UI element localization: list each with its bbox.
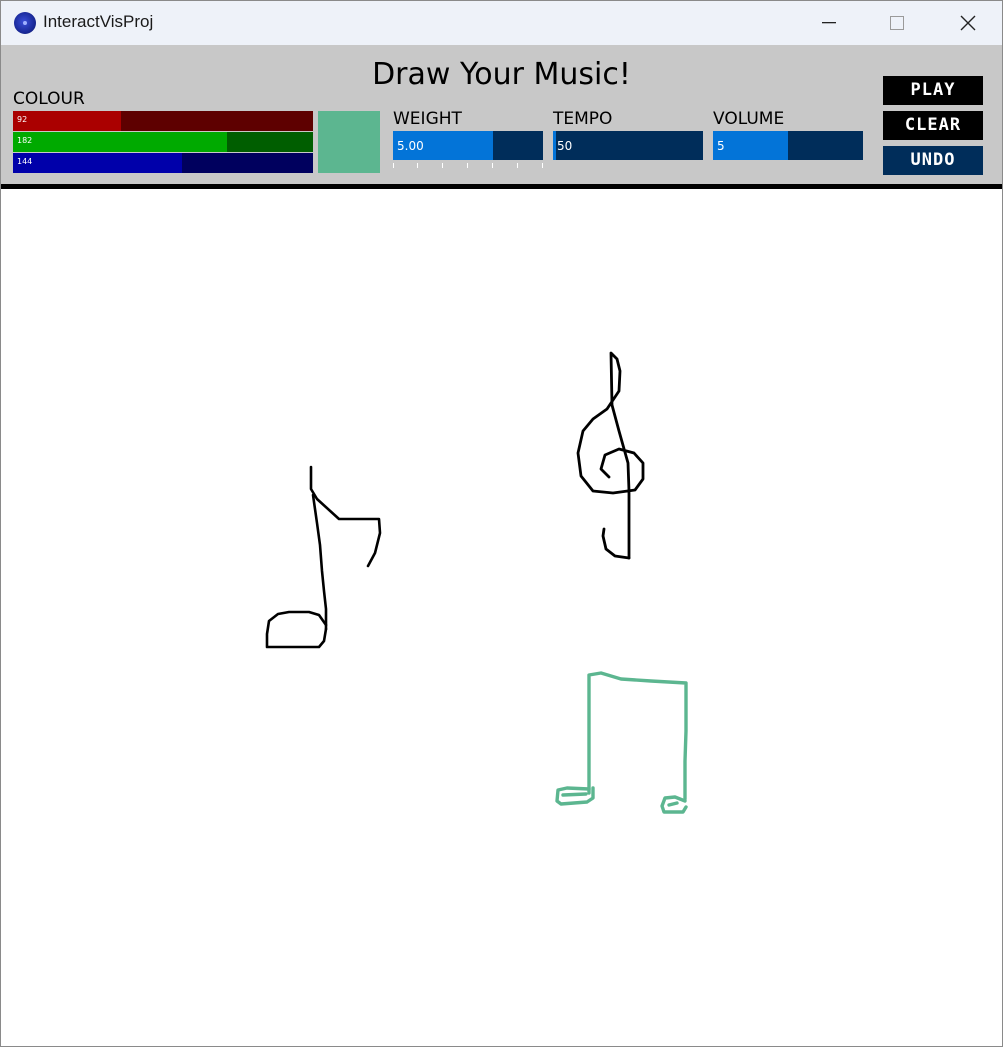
maximize-button[interactable] <box>863 1 931 45</box>
red-slider-fill <box>13 111 122 131</box>
play-button[interactable]: PLAY <box>883 76 983 105</box>
app-window: InteractVisProj Draw Your Music! COLOUR … <box>0 0 1003 1047</box>
colour-preview <box>318 111 380 173</box>
maximize-icon <box>890 16 904 30</box>
red-slider[interactable]: 92 <box>13 111 313 131</box>
app-icon <box>14 12 36 34</box>
undo-button[interactable]: UNDO <box>883 146 983 175</box>
title-bar: InteractVisProj <box>1 1 1002 45</box>
weight-ticks <box>393 163 543 169</box>
red-value: 92 <box>17 115 28 124</box>
blue-slider[interactable]: 144 <box>13 153 313 173</box>
blue-value: 144 <box>17 157 33 166</box>
eighth-note-stroke <box>265 465 382 649</box>
close-button[interactable] <box>934 1 1002 45</box>
blue-slider-fill <box>13 153 183 173</box>
weight-value: 5.00 <box>397 139 424 153</box>
beamed-notes-stroke <box>555 671 688 814</box>
window-title: InteractVisProj <box>43 12 154 31</box>
tempo-slider-fill <box>553 131 556 160</box>
clear-button[interactable]: CLEAR <box>883 111 983 140</box>
colour-label: COLOUR <box>13 89 85 109</box>
minimize-button[interactable] <box>795 1 863 45</box>
close-icon <box>960 15 976 31</box>
weight-label: WEIGHT <box>393 109 462 129</box>
green-slider[interactable]: 182 <box>13 132 313 152</box>
tempo-slider[interactable]: 50 <box>553 131 703 160</box>
volume-value: 5 <box>717 139 725 153</box>
weight-slider[interactable]: 5.00 <box>393 131 543 160</box>
tempo-label: TEMPO <box>553 109 613 129</box>
volume-slider[interactable]: 5 <box>713 131 863 160</box>
minimize-icon <box>822 22 836 24</box>
drawing-canvas[interactable] <box>1 189 1002 1046</box>
volume-label: VOLUME <box>713 109 785 129</box>
green-value: 182 <box>17 136 33 145</box>
toolbar: Draw Your Music! COLOUR 92 182 144 WEIGH… <box>1 45 1002 184</box>
treble-clef-stroke <box>576 351 645 560</box>
tempo-value: 50 <box>557 139 573 153</box>
app-title: Draw Your Music! <box>372 57 631 92</box>
green-slider-fill <box>13 132 228 152</box>
